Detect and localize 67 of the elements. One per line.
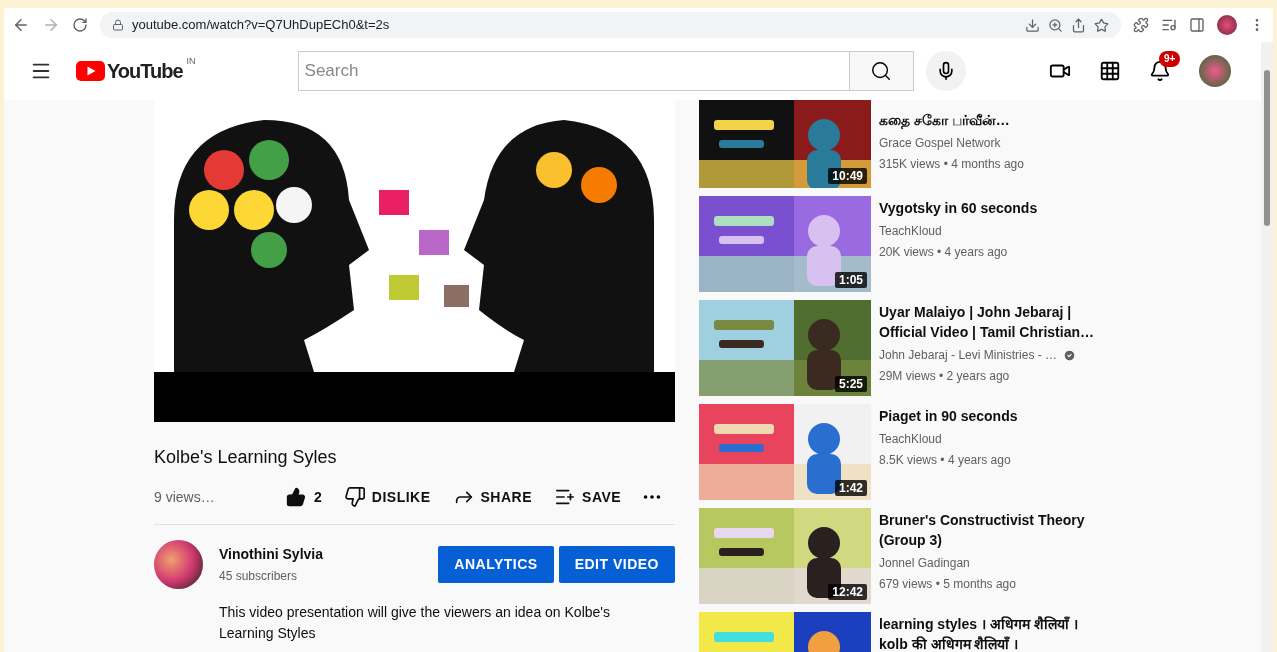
video-duration: 12:42 [828,584,867,600]
channel-name: John Jebaraj - Levi Ministries - … [879,347,1058,364]
channel-name: TeachKloud [879,431,942,448]
analytics-button[interactable]: ANALYTICS [438,546,554,583]
video-stats: 315K views • 4 months ago [879,156,1024,173]
url-text: youtube.com/watch?v=Q7UhDupECh0&t=2s [132,16,391,35]
related-video[interactable]: 1:42 Piaget in 90 seconds TeachKloud 8.5K views • 4 years ago [699,404,1099,500]
channel-name: TeachKloud [879,223,942,240]
reload-icon[interactable] [72,17,88,33]
related-video-title: Official Video | Tamil Christian… [879,323,1094,342]
extensions-icon[interactable] [1133,17,1149,33]
video-stats: 679 views • 5 months ago [879,576,1017,593]
channel-name: Jonnel Gadingan [879,555,970,572]
thumbs-down-icon [343,486,366,508]
video-title: Kolbe's Learning Syles [154,446,338,469]
video-stats: 20K views • 4 years ago [879,244,1009,261]
related-video[interactable]: 10:49 கதை சகோ பர்வீன்… Grace Gospel Network 315K views • 4 months ago [699,100,1099,188]
notifications-icon[interactable] [1149,60,1171,82]
related-video-title: Piaget in 90 seconds [879,407,1018,426]
install-icon[interactable] [1025,17,1040,33]
search-button[interactable] [849,51,914,91]
channel-name: Grace Gospel Network [879,135,1001,152]
subscriber-count: 45 subscribers [219,568,299,585]
thumbs-up-icon [286,487,306,507]
dislike-button[interactable]: DISLIKE [343,486,431,508]
video-stats: 29M views • 2 years ago [879,368,1011,385]
related-video-title: கதை சகோ பர்வீன்… [879,111,1011,130]
channel-name[interactable]: Vinothini Sylvia [219,544,323,565]
zoom-icon[interactable] [1048,17,1063,33]
media-icon[interactable] [1161,17,1177,33]
scrollbar-thumb[interactable] [1264,70,1270,226]
video-duration: 1:42 [834,480,867,496]
search-field[interactable]: Search [297,51,850,91]
play-logo-icon [76,61,105,81]
bookmark-icon[interactable] [1094,17,1109,33]
account-avatar[interactable] [1199,55,1231,87]
related-video-title: Vygotsky in 60 seconds [879,199,1038,218]
edit-video-button[interactable]: EDIT VIDEO [558,546,675,583]
like-button[interactable]: 2 [286,486,322,508]
related-video[interactable]: 12:42 Bruner's Constructivist Theory (Group 3) Jonnel Gadingan 679 views • 5 months ago [699,508,1099,604]
view-count: 9 views… [154,487,216,507]
back-icon[interactable] [12,16,30,34]
profile-avatar[interactable] [1217,15,1237,35]
related-video[interactable]: learning styles । अधिगम शैलियाँ । kolb की अधिगम शैलियाँ । [699,612,1099,652]
video-description: This video presentation will give the viewers an idea on Kolbe's Learning Styles [219,603,611,643]
related-video[interactable]: 1:05 Vygotsky in 60 seconds TeachKloud 20K views • 4 years ago [699,196,1099,292]
lock-icon [112,19,124,31]
related-video-title: (Group 3) [879,531,943,550]
related-video-title: kolb की अधिगम शैलियाँ । [879,635,1020,652]
related-video-title: Uyar Malaiyo | John Jebaraj | [879,303,1073,322]
address-bar[interactable]: youtube.com/watch?v=Q7UhDupECh0&t=2s [100,12,1121,38]
video-stats: 8.5K views • 4 years ago [879,452,1012,469]
channel-avatar[interactable] [154,540,203,589]
apps-icon[interactable] [1099,60,1121,82]
related-video[interactable]: 5:25 Uyar Malaiyo | John Jebaraj | Official Video | Tamil Christian… John Jebaraj - Levi Ministries - … 29M views • 2 years ago [699,300,1099,396]
side-panel-icon[interactable] [1189,17,1205,33]
share-icon[interactable] [1071,17,1086,33]
related-video-title: Bruner's Constructivist Theory [879,511,1085,530]
share-button[interactable]: SHARE [452,486,533,508]
video-duration: 5:25 [834,376,867,392]
related-video-title: learning styles । अधिगम शैलियाँ । [879,615,1078,634]
notification-badge: 9+ [1159,51,1181,67]
voice-search-button[interactable] [925,51,966,91]
save-button[interactable]: SAVE [554,486,622,508]
search-icon [870,60,893,82]
video-duration: 1:05 [834,272,867,288]
video-duration: 10:49 [828,168,867,184]
